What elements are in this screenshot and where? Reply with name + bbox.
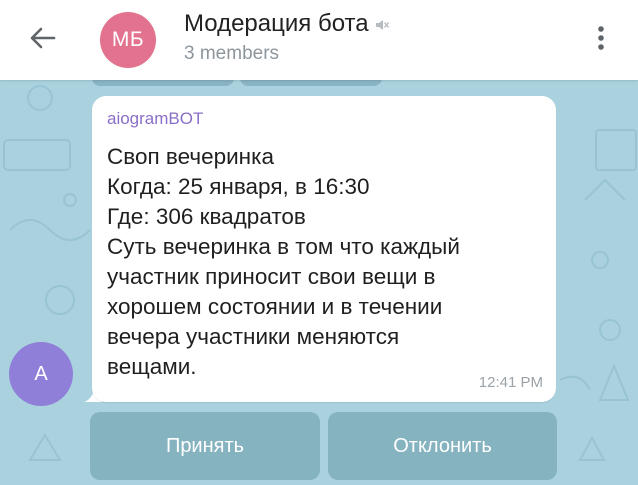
sender-name[interactable]: aiogramBOT	[107, 109, 203, 129]
message-line: Суть вечеринка в том что каждый	[107, 234, 460, 259]
message-line: Своп вечеринка	[107, 144, 274, 169]
chat-title[interactable]: Модерация бота	[184, 9, 369, 39]
message-line: вечера участники меняются	[107, 324, 400, 349]
back-button[interactable]	[22, 20, 62, 60]
back-arrow-icon	[28, 26, 56, 55]
decline-button[interactable]: Отклонить	[328, 412, 557, 480]
sender-avatar[interactable]: A	[9, 342, 73, 406]
message-text: Своп вечеринка Когда: 25 января, в 16:30…	[107, 142, 547, 382]
message-line: хорошем состоянии и в течении	[107, 294, 443, 319]
message-timestamp: 12:41 PM	[478, 374, 543, 391]
chat-header: МБ Модерация бота 3 members	[0, 0, 638, 80]
muted-speaker-icon	[375, 18, 389, 32]
message-line: участник приносит свои вещи в	[107, 264, 436, 289]
members-count: 3 members	[184, 43, 280, 64]
more-options-button[interactable]	[586, 20, 616, 60]
accept-button[interactable]: Принять	[90, 412, 320, 480]
chat-title-row[interactable]: Модерация бота	[184, 9, 389, 39]
chat-avatar[interactable]: МБ	[100, 12, 156, 68]
message-line: Где: 306 квадратов	[107, 204, 306, 229]
kebab-menu-icon	[597, 25, 605, 56]
message-bubble[interactable]: aiogramBOT Своп вечеринка Когда: 25 янва…	[92, 96, 556, 402]
message-line: Когда: 25 января, в 16:30	[107, 174, 370, 199]
